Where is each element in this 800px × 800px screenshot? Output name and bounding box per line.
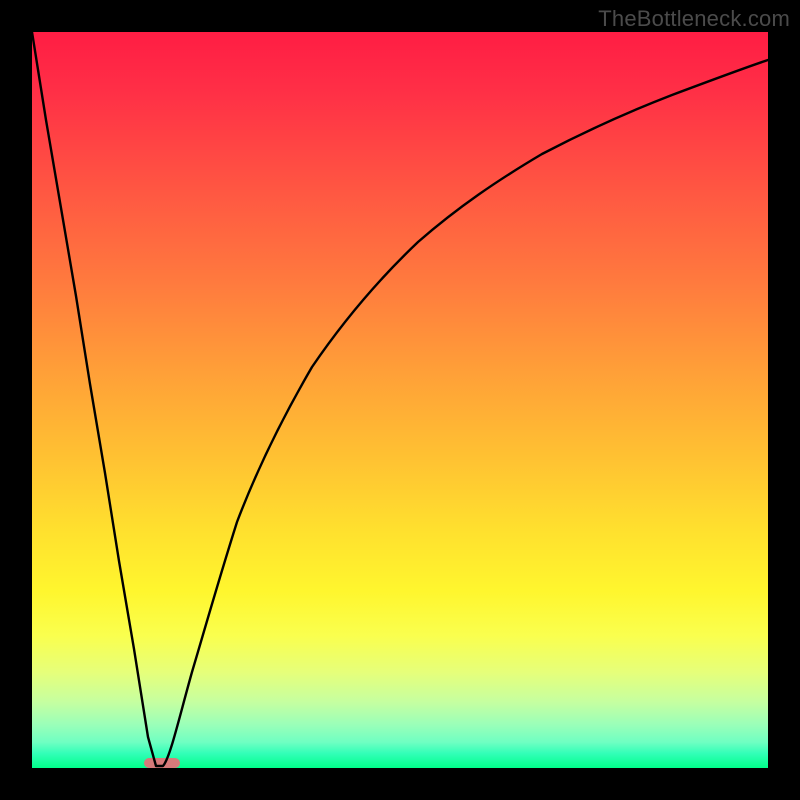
bottleneck-curve bbox=[32, 32, 768, 766]
chart-frame: TheBottleneck.com bbox=[0, 0, 800, 800]
plot-area bbox=[32, 32, 768, 768]
watermark-text: TheBottleneck.com bbox=[598, 6, 790, 32]
curve-layer bbox=[32, 32, 768, 768]
